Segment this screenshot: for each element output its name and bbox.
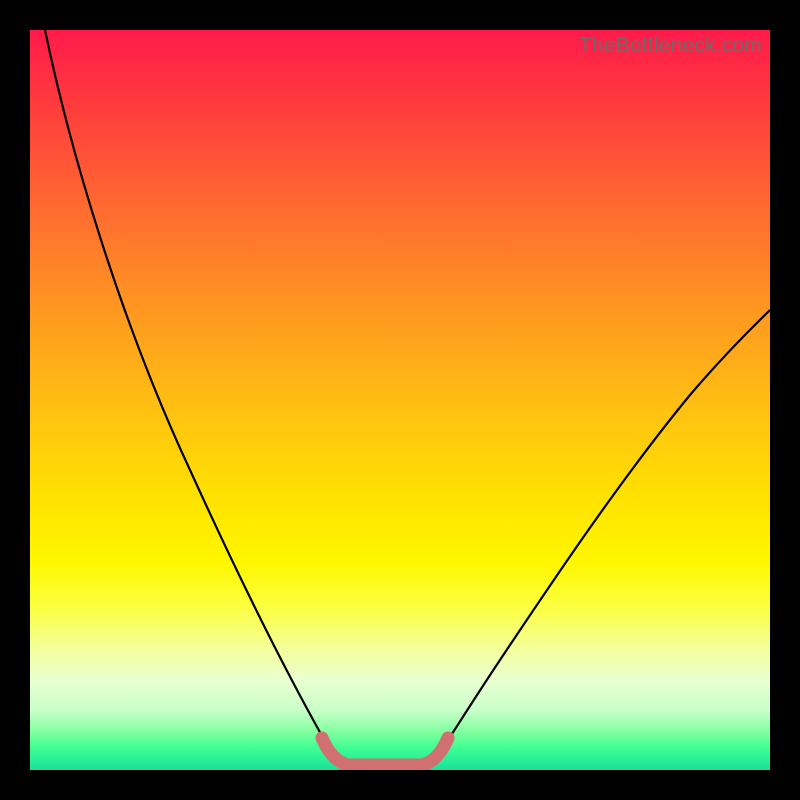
trough-marker [322, 738, 448, 765]
plot-area: TheBottleneck.com [30, 30, 770, 770]
curve-layer [30, 30, 770, 770]
trough-marker-dot-right [442, 732, 455, 745]
curve-right [428, 310, 770, 768]
outer-frame: TheBottleneck.com [0, 0, 800, 800]
trough-marker-dot-left [316, 732, 329, 745]
curve-left [45, 30, 348, 768]
